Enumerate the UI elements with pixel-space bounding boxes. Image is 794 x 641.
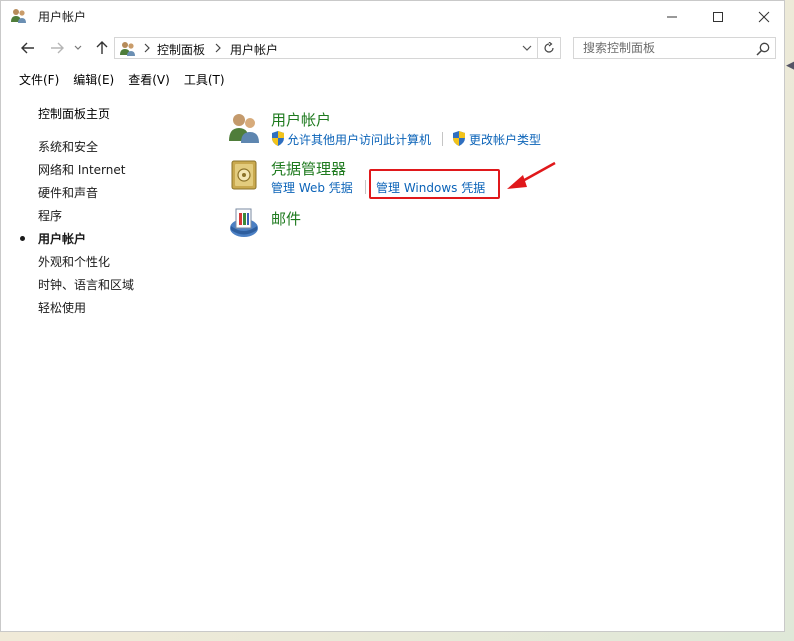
sidebar-item-system-security[interactable]: 系统和安全 bbox=[38, 138, 98, 155]
minimize-icon bbox=[667, 16, 677, 17]
category-title-mail[interactable]: 邮件 bbox=[271, 208, 301, 229]
forward-arrow-icon bbox=[51, 42, 64, 54]
users-icon[interactable] bbox=[227, 111, 261, 145]
task-change-account-type-link[interactable]: 更改帐户类型 bbox=[469, 131, 541, 148]
active-bullet-icon bbox=[20, 236, 25, 241]
control-panel-window: 用户帐户 控制面板 用户帐户 搜索控制面板 文件(F) 编辑(E) 查看(V) … bbox=[0, 0, 785, 632]
mail-icon[interactable] bbox=[227, 206, 261, 240]
vault-icon[interactable] bbox=[227, 158, 261, 192]
recent-locations-button[interactable] bbox=[71, 38, 85, 58]
close-icon bbox=[758, 11, 770, 22]
menu-edit[interactable]: 编辑(E) bbox=[73, 71, 114, 88]
sidebar-item-user-accounts[interactable]: 用户帐户 bbox=[20, 230, 87, 247]
sidebar-item-hardware-sound[interactable]: 硬件和声音 bbox=[38, 184, 98, 201]
breadcrumb-control-panel[interactable]: 控制面板 bbox=[157, 41, 205, 58]
red-arrow-annotation bbox=[507, 161, 556, 189]
category-title-user-accounts[interactable]: 用户帐户 bbox=[271, 109, 331, 130]
window-title: 用户帐户 bbox=[38, 10, 87, 24]
sidebar-item-network-internet[interactable]: 网络和 Internet bbox=[38, 161, 125, 178]
close-button[interactable] bbox=[741, 1, 787, 32]
sidebar-home-link[interactable]: 控制面板主页 bbox=[38, 105, 110, 122]
menu-bar: 文件(F) 编辑(E) 查看(V) 工具(T) bbox=[19, 71, 239, 88]
maximize-button[interactable] bbox=[695, 1, 741, 32]
forward-button[interactable] bbox=[46, 38, 68, 58]
task-allow-other-users-link[interactable]: 允许其他用户访问此计算机 bbox=[287, 131, 431, 148]
search-box[interactable] bbox=[573, 37, 776, 59]
menu-tools[interactable]: 工具(T) bbox=[184, 71, 225, 88]
chevron-down-icon bbox=[74, 45, 82, 50]
back-arrow-icon bbox=[21, 42, 34, 54]
uac-shield-icon bbox=[272, 131, 284, 146]
menu-file[interactable]: 文件(F) bbox=[19, 71, 59, 88]
chevron-right-icon bbox=[144, 43, 150, 53]
control-panel-icon bbox=[120, 42, 135, 56]
address-dropdown-button[interactable] bbox=[518, 38, 536, 58]
task-separator bbox=[365, 180, 366, 194]
chevron-down-icon bbox=[522, 45, 532, 51]
refresh-button[interactable] bbox=[537, 38, 560, 58]
task-separator bbox=[442, 132, 443, 146]
up-button[interactable] bbox=[91, 38, 113, 58]
chevron-right-icon bbox=[215, 43, 221, 53]
sidebar-item-ease-of-access[interactable]: 轻松使用 bbox=[38, 299, 86, 316]
breadcrumb-user-accounts[interactable]: 用户帐户 bbox=[230, 41, 278, 58]
search-icon[interactable] bbox=[755, 41, 771, 57]
refresh-icon bbox=[544, 42, 554, 53]
sidebar-item-appearance[interactable]: 外观和个性化 bbox=[38, 253, 110, 270]
desktop-background-fragment: ◀ bbox=[786, 58, 794, 73]
users-icon bbox=[11, 9, 26, 23]
maximize-icon bbox=[713, 11, 723, 22]
sidebar-item-programs[interactable]: 程序 bbox=[38, 207, 62, 224]
search-input[interactable] bbox=[574, 38, 753, 58]
category-title-credential-manager[interactable]: 凭据管理器 bbox=[271, 158, 346, 179]
highlight-box bbox=[369, 169, 500, 199]
minimize-button[interactable] bbox=[649, 1, 695, 32]
menu-view[interactable]: 查看(V) bbox=[128, 71, 170, 88]
back-button[interactable] bbox=[17, 38, 39, 58]
up-arrow-icon bbox=[96, 41, 108, 54]
task-manage-web-credentials-link[interactable]: 管理 Web 凭据 bbox=[271, 179, 353, 196]
uac-shield-icon bbox=[453, 131, 465, 146]
sidebar-item-label: 用户帐户 bbox=[38, 232, 87, 246]
title-bar[interactable]: 用户帐户 bbox=[1, 1, 784, 32]
sidebar-item-clock-region[interactable]: 时钟、语言和区域 bbox=[38, 276, 134, 293]
address-bar[interactable]: 控制面板 用户帐户 bbox=[114, 37, 561, 59]
